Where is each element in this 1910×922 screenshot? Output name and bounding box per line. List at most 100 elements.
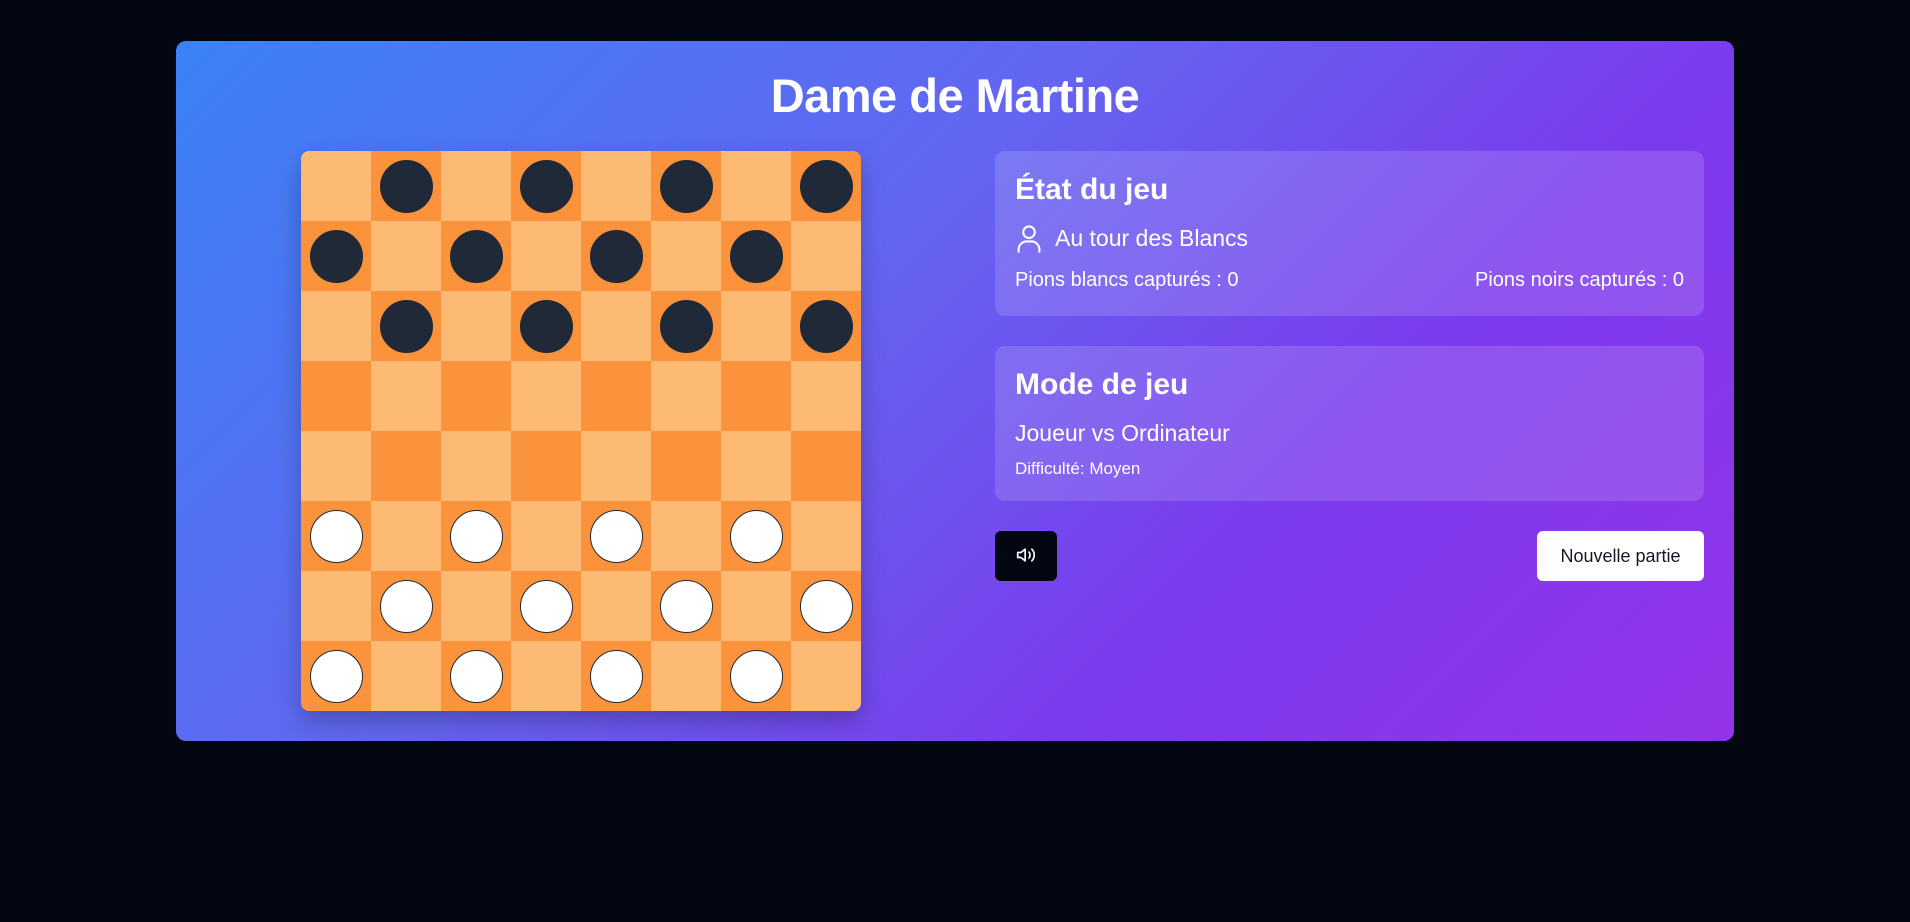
board-square[interactable] bbox=[301, 431, 371, 501]
board-square[interactable] bbox=[441, 501, 511, 571]
board-square[interactable] bbox=[301, 571, 371, 641]
board-square[interactable] bbox=[301, 361, 371, 431]
board-square[interactable] bbox=[651, 291, 721, 361]
board-square[interactable] bbox=[441, 431, 511, 501]
board-square[interactable] bbox=[721, 361, 791, 431]
white-piece[interactable] bbox=[659, 579, 713, 633]
board-square[interactable] bbox=[511, 221, 581, 291]
board-square[interactable] bbox=[301, 151, 371, 221]
board-square[interactable] bbox=[651, 221, 721, 291]
board-square[interactable] bbox=[791, 641, 861, 711]
black-piece[interactable] bbox=[659, 299, 713, 353]
board-square[interactable] bbox=[441, 151, 511, 221]
board-square[interactable] bbox=[721, 431, 791, 501]
board-square[interactable] bbox=[441, 361, 511, 431]
board-square[interactable] bbox=[791, 291, 861, 361]
black-piece[interactable] bbox=[379, 299, 433, 353]
board-square[interactable] bbox=[441, 291, 511, 361]
white-piece[interactable] bbox=[589, 649, 643, 703]
board-square[interactable] bbox=[791, 361, 861, 431]
black-piece[interactable] bbox=[659, 159, 713, 213]
board-square[interactable] bbox=[441, 571, 511, 641]
board-square[interactable] bbox=[651, 641, 721, 711]
black-piece[interactable] bbox=[309, 229, 363, 283]
board-square[interactable] bbox=[371, 361, 441, 431]
white-piece[interactable] bbox=[309, 509, 363, 563]
board-square[interactable] bbox=[651, 501, 721, 571]
black-piece[interactable] bbox=[589, 229, 643, 283]
checkers-board bbox=[301, 151, 861, 711]
board-square[interactable] bbox=[581, 571, 651, 641]
board-square[interactable] bbox=[371, 501, 441, 571]
white-piece[interactable] bbox=[729, 649, 783, 703]
board-square[interactable] bbox=[371, 291, 441, 361]
game-state-heading: État du jeu bbox=[1015, 173, 1169, 206]
white-piece[interactable] bbox=[729, 509, 783, 563]
black-piece[interactable] bbox=[519, 159, 573, 213]
board-square[interactable] bbox=[791, 501, 861, 571]
board-square[interactable] bbox=[581, 361, 651, 431]
game-mode-panel: Mode de jeu Joueur vs Ordinateur Difficu… bbox=[995, 346, 1704, 501]
board-square[interactable] bbox=[511, 641, 581, 711]
board-square[interactable] bbox=[511, 501, 581, 571]
board-square[interactable] bbox=[721, 221, 791, 291]
game-mode-text: Joueur vs Ordinateur bbox=[1015, 420, 1230, 446]
black-piece[interactable] bbox=[519, 299, 573, 353]
board-square[interactable] bbox=[441, 221, 511, 291]
black-piece[interactable] bbox=[799, 299, 853, 353]
board-square[interactable] bbox=[511, 431, 581, 501]
black-piece[interactable] bbox=[379, 159, 433, 213]
board-square[interactable] bbox=[721, 151, 791, 221]
board-square[interactable] bbox=[721, 291, 791, 361]
white-piece[interactable] bbox=[309, 649, 363, 703]
board-square[interactable] bbox=[511, 151, 581, 221]
sound-toggle-button[interactable] bbox=[995, 531, 1057, 581]
board-square[interactable] bbox=[651, 361, 721, 431]
board-square[interactable] bbox=[581, 501, 651, 571]
white-piece[interactable] bbox=[519, 579, 573, 633]
board-square[interactable] bbox=[651, 151, 721, 221]
board-square[interactable] bbox=[371, 641, 441, 711]
board-square[interactable] bbox=[371, 221, 441, 291]
board-square[interactable] bbox=[581, 431, 651, 501]
board-square[interactable] bbox=[791, 151, 861, 221]
board-square[interactable] bbox=[371, 431, 441, 501]
board-square[interactable] bbox=[371, 151, 441, 221]
white-piece[interactable] bbox=[449, 649, 503, 703]
board-square[interactable] bbox=[511, 291, 581, 361]
board-square[interactable] bbox=[791, 431, 861, 501]
board-square[interactable] bbox=[511, 571, 581, 641]
white-captured-count: Pions blancs capturés : 0 bbox=[1015, 269, 1239, 291]
board-square[interactable] bbox=[651, 571, 721, 641]
board-square[interactable] bbox=[791, 571, 861, 641]
board-square[interactable] bbox=[581, 221, 651, 291]
board-square[interactable] bbox=[791, 221, 861, 291]
board-square[interactable] bbox=[721, 641, 791, 711]
white-piece[interactable] bbox=[449, 509, 503, 563]
board-square[interactable] bbox=[301, 641, 371, 711]
board-square[interactable] bbox=[511, 361, 581, 431]
board-square[interactable] bbox=[651, 431, 721, 501]
user-icon bbox=[1015, 223, 1043, 253]
turn-indicator: Au tour des Blancs bbox=[1015, 223, 1248, 253]
board-square[interactable] bbox=[721, 501, 791, 571]
board-square[interactable] bbox=[441, 641, 511, 711]
white-piece[interactable] bbox=[589, 509, 643, 563]
board-square[interactable] bbox=[721, 571, 791, 641]
board-square[interactable] bbox=[371, 571, 441, 641]
black-piece[interactable] bbox=[729, 229, 783, 283]
turn-text: Au tour des Blancs bbox=[1055, 224, 1249, 251]
white-piece[interactable] bbox=[799, 579, 853, 633]
board-square[interactable] bbox=[301, 291, 371, 361]
board-square[interactable] bbox=[581, 641, 651, 711]
board-square[interactable] bbox=[581, 151, 651, 221]
new-game-button[interactable]: Nouvelle partie bbox=[1537, 531, 1704, 581]
board-square[interactable] bbox=[581, 291, 651, 361]
black-captured-count: Pions noirs capturés : 0 bbox=[1475, 269, 1684, 291]
board-square[interactable] bbox=[301, 501, 371, 571]
black-piece[interactable] bbox=[449, 229, 503, 283]
board-square[interactable] bbox=[301, 221, 371, 291]
difficulty-text: Difficulté: Moyen bbox=[1015, 459, 1141, 478]
white-piece[interactable] bbox=[379, 579, 433, 633]
black-piece[interactable] bbox=[799, 159, 853, 213]
